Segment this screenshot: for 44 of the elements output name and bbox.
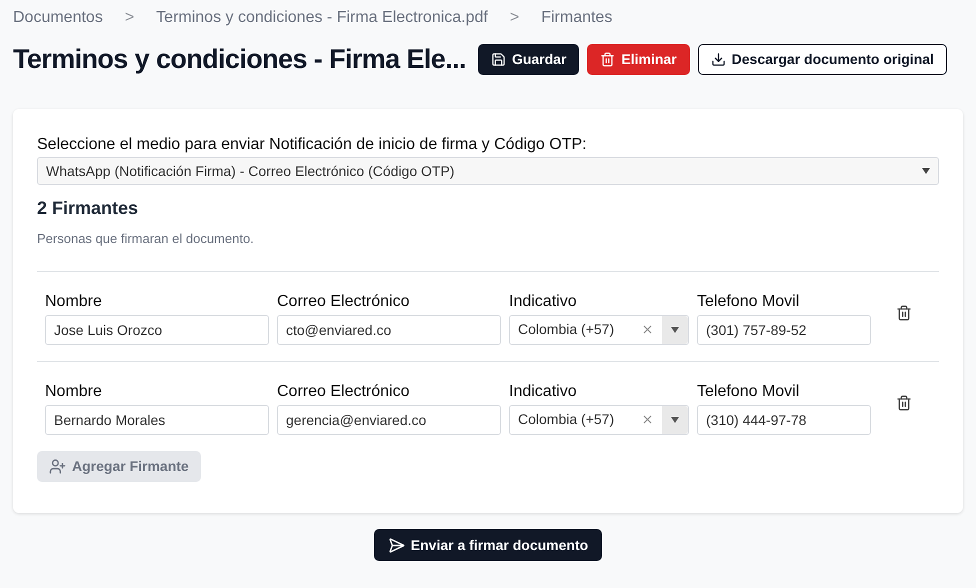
delete-signer-button[interactable]	[896, 304, 912, 320]
name-label: Nombre	[45, 292, 103, 312]
phone-label: Telefono Movil	[697, 382, 800, 402]
signers-heading: 2 Firmantes	[37, 197, 140, 220]
clear-icon[interactable]	[641, 413, 654, 426]
breadcrumb-link[interactable]: Terminos y condiciones - Firma Electronica.pdf	[156, 6, 488, 30]
name-field[interactable]: Bernardo Morales	[45, 404, 269, 434]
signers-description: Personas que firmaran el documento.	[37, 230, 255, 248]
breadcrumb-link[interactable]: Documentos	[13, 6, 103, 30]
email-field[interactable]: gerencia@enviared.co	[277, 404, 501, 434]
email-field[interactable]: cto@enviared.co	[277, 314, 501, 344]
country-code-label: Indicativo	[509, 292, 578, 312]
phone-label: Telefono Movil	[697, 292, 800, 312]
country-code-select[interactable]: Colombia (+57)	[509, 404, 689, 434]
delete-button[interactable]: Eliminar	[587, 44, 690, 74]
notification-select[interactable]: WhatsApp (Notificación Firma) - Correo Electrónico (Código OTP)	[37, 157, 939, 185]
email-label: Correo Electrónico	[277, 292, 410, 312]
name-field[interactable]: Jose Luis Orozco	[45, 314, 269, 344]
save-icon	[490, 52, 506, 66]
download-button[interactable]: Descargar documento original	[698, 44, 947, 74]
dropdown-caret-icon	[671, 416, 679, 422]
send-icon	[388, 536, 405, 554]
trash-icon	[600, 52, 616, 66]
country-code-label: Indicativo	[509, 382, 578, 402]
phone-field[interactable]: (301) 757-89-52	[697, 314, 871, 344]
email-label: Correo Electrónico	[277, 382, 410, 402]
notification-label: Seleccione el medio para enviar Notificación de inicio de firma y Código OTP:	[37, 135, 588, 155]
breadcrumb-separator: >	[124, 8, 134, 28]
page-title: Terminos y condiciones - Firma Ele...	[13, 42, 466, 76]
delete-signer-button[interactable]	[896, 394, 912, 410]
dropdown-caret-icon	[922, 168, 930, 174]
dropdown-toggle[interactable]	[662, 316, 688, 344]
country-code-select[interactable]: Colombia (+57)	[509, 314, 689, 344]
name-label: Nombre	[45, 382, 103, 402]
download-icon	[710, 52, 726, 66]
phone-field[interactable]: (310) 444-97-78	[697, 404, 871, 434]
breadcrumb-link[interactable]: Firmantes	[541, 6, 612, 30]
save-button[interactable]: Guardar	[478, 44, 580, 74]
dropdown-toggle[interactable]	[662, 406, 688, 434]
clear-icon[interactable]	[641, 323, 654, 336]
user-plus-icon	[49, 458, 66, 474]
breadcrumb-separator: >	[510, 8, 520, 28]
dropdown-caret-icon	[671, 326, 679, 332]
send-to-sign-button[interactable]: Enviar a firmar documento	[374, 529, 602, 561]
